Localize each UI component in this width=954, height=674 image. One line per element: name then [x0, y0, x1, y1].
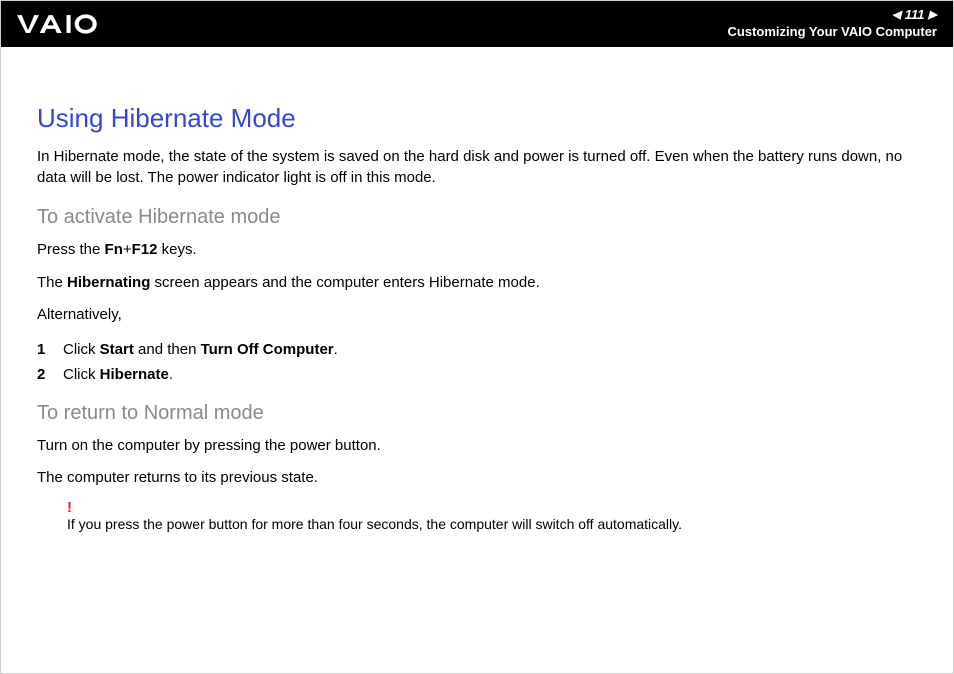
step-list: 1 Click Start and then Turn Off Computer…	[37, 337, 917, 388]
header-bar: ◀ 111 ▶ Customizing Your VAIO Computer	[1, 1, 953, 47]
text: .	[334, 341, 338, 358]
text: The	[37, 274, 67, 291]
section-title: Customizing Your VAIO Computer	[728, 24, 937, 41]
step-item: 2 Click Hibernate.	[37, 362, 917, 388]
text: Press the	[37, 241, 105, 258]
text: keys.	[157, 241, 196, 258]
bold-text: Hibernate	[100, 366, 169, 383]
header-right: ◀ 111 ▶ Customizing Your VAIO Computer	[728, 7, 937, 41]
page-nav: ◀ 111 ▶	[728, 7, 937, 24]
bold-text: F12	[132, 241, 158, 258]
section2-p1: Turn on the computer by pressing the pow…	[37, 435, 917, 458]
warning-icon: !	[67, 500, 917, 515]
page-title: Using Hibernate Mode	[37, 103, 917, 134]
vaio-logo	[17, 13, 127, 35]
text: Click	[63, 366, 100, 383]
section1-heading: To activate Hibernate mode	[37, 206, 917, 229]
step-text: Click Hibernate.	[63, 362, 173, 388]
prev-arrow-icon[interactable]: ◀	[892, 8, 900, 22]
bold-text: Hibernating	[67, 274, 150, 291]
text: screen appears and the computer enters H…	[150, 274, 539, 291]
warning-text: If you press the power button for more t…	[67, 515, 917, 533]
section1-p1: Press the Fn+F12 keys.	[37, 239, 917, 262]
page-content: Using Hibernate Mode In Hibernate mode, …	[1, 47, 953, 553]
section1-p3: Alternatively,	[37, 304, 917, 327]
step-number: 1	[37, 337, 49, 363]
bold-text: Turn Off Computer	[201, 341, 334, 358]
intro-paragraph: In Hibernate mode, the state of the syst…	[37, 146, 917, 188]
page-number: 111	[905, 7, 925, 24]
next-arrow-icon[interactable]: ▶	[929, 8, 937, 22]
text: +	[123, 241, 132, 258]
section1-p2: The Hibernating screen appears and the c…	[37, 272, 917, 295]
warning-box: ! If you press the power button for more…	[67, 500, 917, 533]
section2-heading: To return to Normal mode	[37, 402, 917, 425]
section2-p2: The computer returns to its previous sta…	[37, 467, 917, 490]
bold-text: Fn	[105, 241, 123, 258]
text: Click	[63, 341, 100, 358]
text: .	[169, 366, 173, 383]
step-text: Click Start and then Turn Off Computer.	[63, 337, 338, 363]
bold-text: Start	[100, 341, 134, 358]
step-number: 2	[37, 362, 49, 388]
text: and then	[134, 341, 201, 358]
step-item: 1 Click Start and then Turn Off Computer…	[37, 337, 917, 363]
